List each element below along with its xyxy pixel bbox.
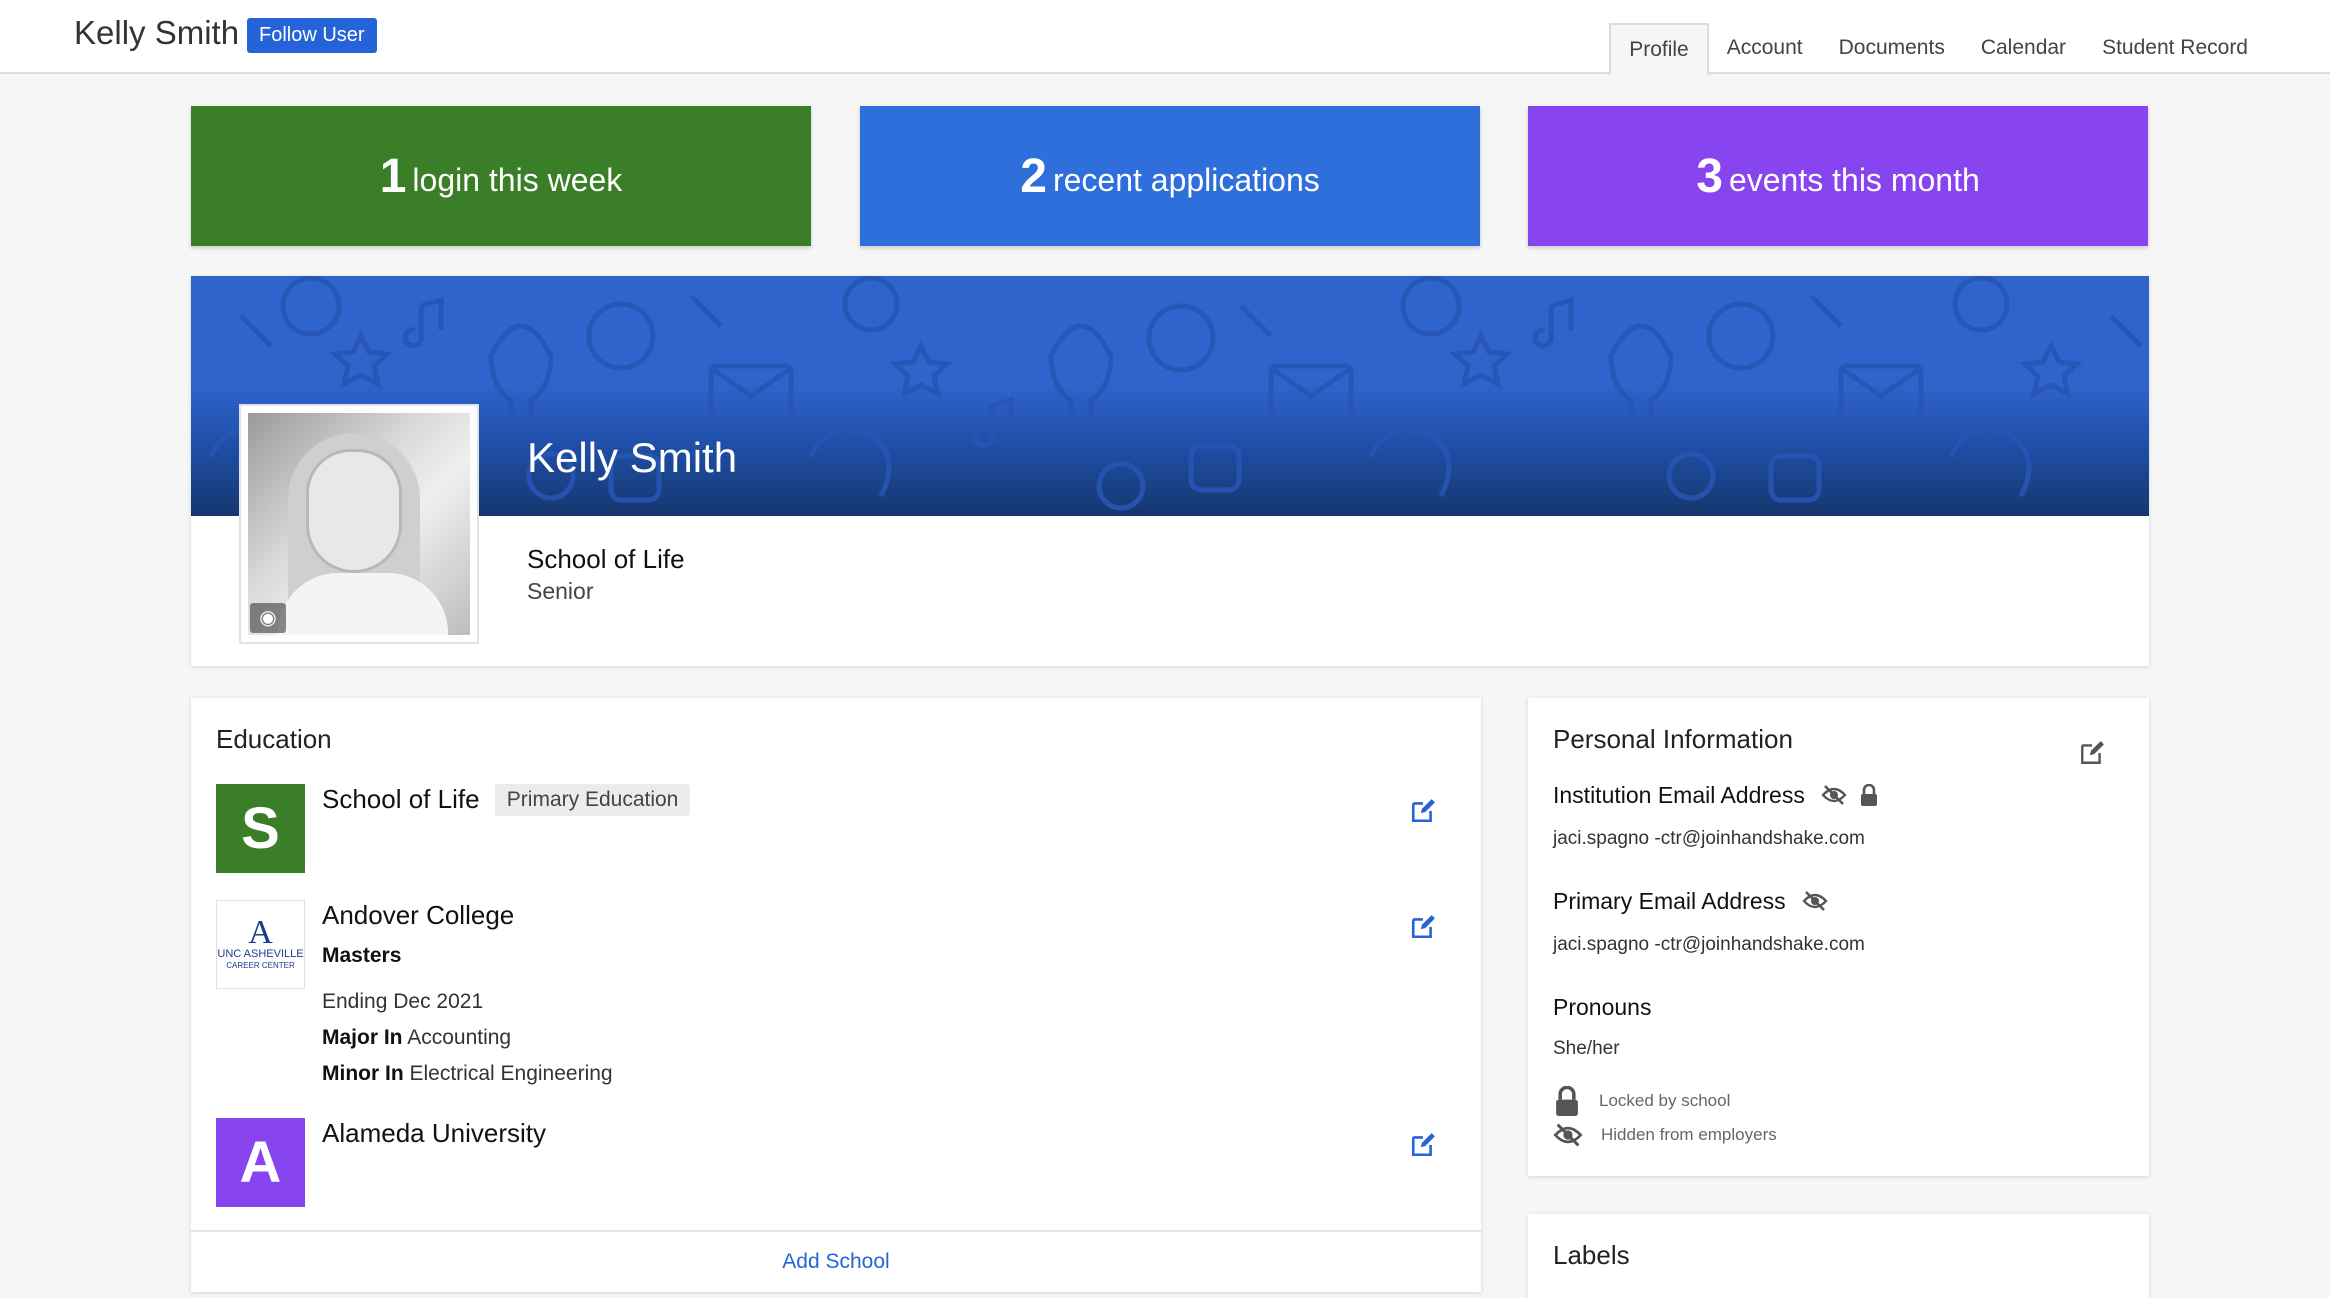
stat-logins-number: 1 — [379, 149, 407, 203]
school-name: Andover College — [322, 900, 515, 930]
institution-email-label: Institution Email Address — [1553, 782, 1805, 808]
legend-locked: Locked by school — [1553, 1086, 1730, 1116]
tab-account[interactable]: Account — [1709, 23, 1821, 74]
legend-hidden: Hidden from employers — [1553, 1122, 1777, 1148]
tab-student-record[interactable]: Student Record — [2084, 23, 2266, 74]
personal-information-card: Personal Information Institution Email A… — [1528, 698, 2149, 1176]
labels-title: Labels — [1553, 1240, 1630, 1270]
education-card: Education S School of Life Primary Educa… — [191, 698, 1481, 1292]
follow-user-button[interactable]: Follow User — [247, 18, 377, 53]
school-name: Alameda University — [322, 1118, 546, 1148]
minor-label: Minor In — [322, 1062, 404, 1085]
unc-logo-text: UNC ASHEVILLE — [217, 947, 304, 960]
stat-logins-text: login this week — [412, 161, 623, 198]
stat-logins-card[interactable]: 1 login this week — [191, 106, 811, 246]
profile-banner — [191, 276, 2149, 516]
profile-year: Senior — [527, 578, 594, 604]
camera-icon[interactable]: ◉ — [250, 603, 286, 633]
top-bar: Kelly Smith Follow User Profile Account … — [0, 0, 2330, 76]
institution-email-label-row: Institution Email Address — [1553, 782, 1878, 809]
institution-email-value: jaci.spagno -ctr@joinhandshake.com — [1553, 828, 1865, 849]
stat-events-text: events this month — [1728, 161, 1980, 198]
school-logo: A — [216, 1118, 305, 1207]
education-title: Education — [216, 724, 332, 754]
primary-email-value: jaci.spagno -ctr@joinhandshake.com — [1553, 934, 1865, 955]
school-name: School of Life Primary Education — [322, 784, 691, 816]
major-value: Accounting — [407, 1026, 512, 1049]
primary-email-label-row: Primary Email Address — [1553, 888, 1828, 915]
unc-logo-mark: A — [248, 913, 273, 951]
school-name-text: School of Life — [322, 784, 480, 814]
tab-profile[interactable]: Profile — [1609, 23, 1709, 76]
legend-locked-text: Locked by school — [1599, 1091, 1731, 1110]
education-item: S School of Life Primary Education — [216, 784, 1456, 874]
unc-logo-subtext: CAREER CENTER — [226, 960, 295, 970]
profile-name: Kelly Smith — [527, 434, 738, 481]
profile-school: School of Life — [527, 544, 685, 574]
edit-icon[interactable] — [1410, 1132, 1436, 1158]
profile-avatar-frame[interactable]: ◉ — [239, 404, 479, 644]
tab-bar: Profile Account Documents Calendar Stude… — [1609, 23, 2330, 76]
school-logo: S — [216, 784, 305, 873]
personal-information-title: Personal Information — [1553, 724, 1793, 754]
legend-hidden-text: Hidden from employers — [1601, 1125, 1777, 1144]
school-logo: A UNC ASHEVILLE CAREER CENTER — [216, 900, 305, 989]
edit-icon[interactable] — [2079, 740, 2105, 766]
minor: Minor In Electrical Engineering — [322, 1062, 613, 1086]
degree: Masters — [322, 944, 402, 967]
avatar-face-shape — [306, 449, 402, 573]
pronouns-label: Pronouns — [1553, 994, 1652, 1020]
primary-education-badge: Primary Education — [494, 784, 691, 816]
primary-email-label: Primary Email Address — [1553, 888, 1786, 914]
add-school-button[interactable]: Add School — [191, 1230, 1481, 1292]
major: Major In Accounting — [322, 1026, 511, 1050]
profile-avatar[interactable]: ◉ — [248, 413, 470, 635]
minor-value: Electrical Engineering — [409, 1062, 613, 1085]
stat-applications-text: recent applications — [1052, 161, 1320, 198]
header-user-name: Kelly Smith — [74, 14, 240, 51]
stat-applications-number: 2 — [1020, 149, 1047, 203]
hidden-eye-icon — [1553, 1123, 1583, 1147]
stat-applications-card[interactable]: 2 recent applications — [860, 106, 1480, 246]
profile-header-card: ◉ Kelly Smith School of Life Senior — [191, 276, 2149, 666]
lock-icon — [1556, 1086, 1578, 1116]
education-item: A UNC ASHEVILLE CAREER CENTER Andover Co… — [216, 900, 1456, 1100]
education-item: A Alameda University — [216, 1118, 1456, 1208]
hidden-eye-icon — [1821, 785, 1847, 805]
stat-events-number: 3 — [1696, 149, 1723, 203]
graduation-date: Ending Dec 2021 — [322, 990, 484, 1013]
edit-icon[interactable] — [1410, 798, 1436, 824]
hidden-eye-icon — [1802, 891, 1828, 911]
stat-events-card[interactable]: 3 events this month — [1528, 106, 2148, 246]
pronouns-value: She/her — [1553, 1038, 1620, 1059]
lock-icon — [1860, 784, 1877, 806]
labels-card: Labels — [1528, 1214, 2149, 1298]
avatar-shirt-shape — [278, 573, 448, 635]
banner-doodle-pattern — [208, 276, 2143, 511]
tab-documents[interactable]: Documents — [1821, 23, 1963, 74]
edit-icon[interactable] — [1410, 914, 1436, 940]
major-label: Major In — [322, 1026, 403, 1049]
tab-calendar[interactable]: Calendar — [1963, 23, 2084, 74]
